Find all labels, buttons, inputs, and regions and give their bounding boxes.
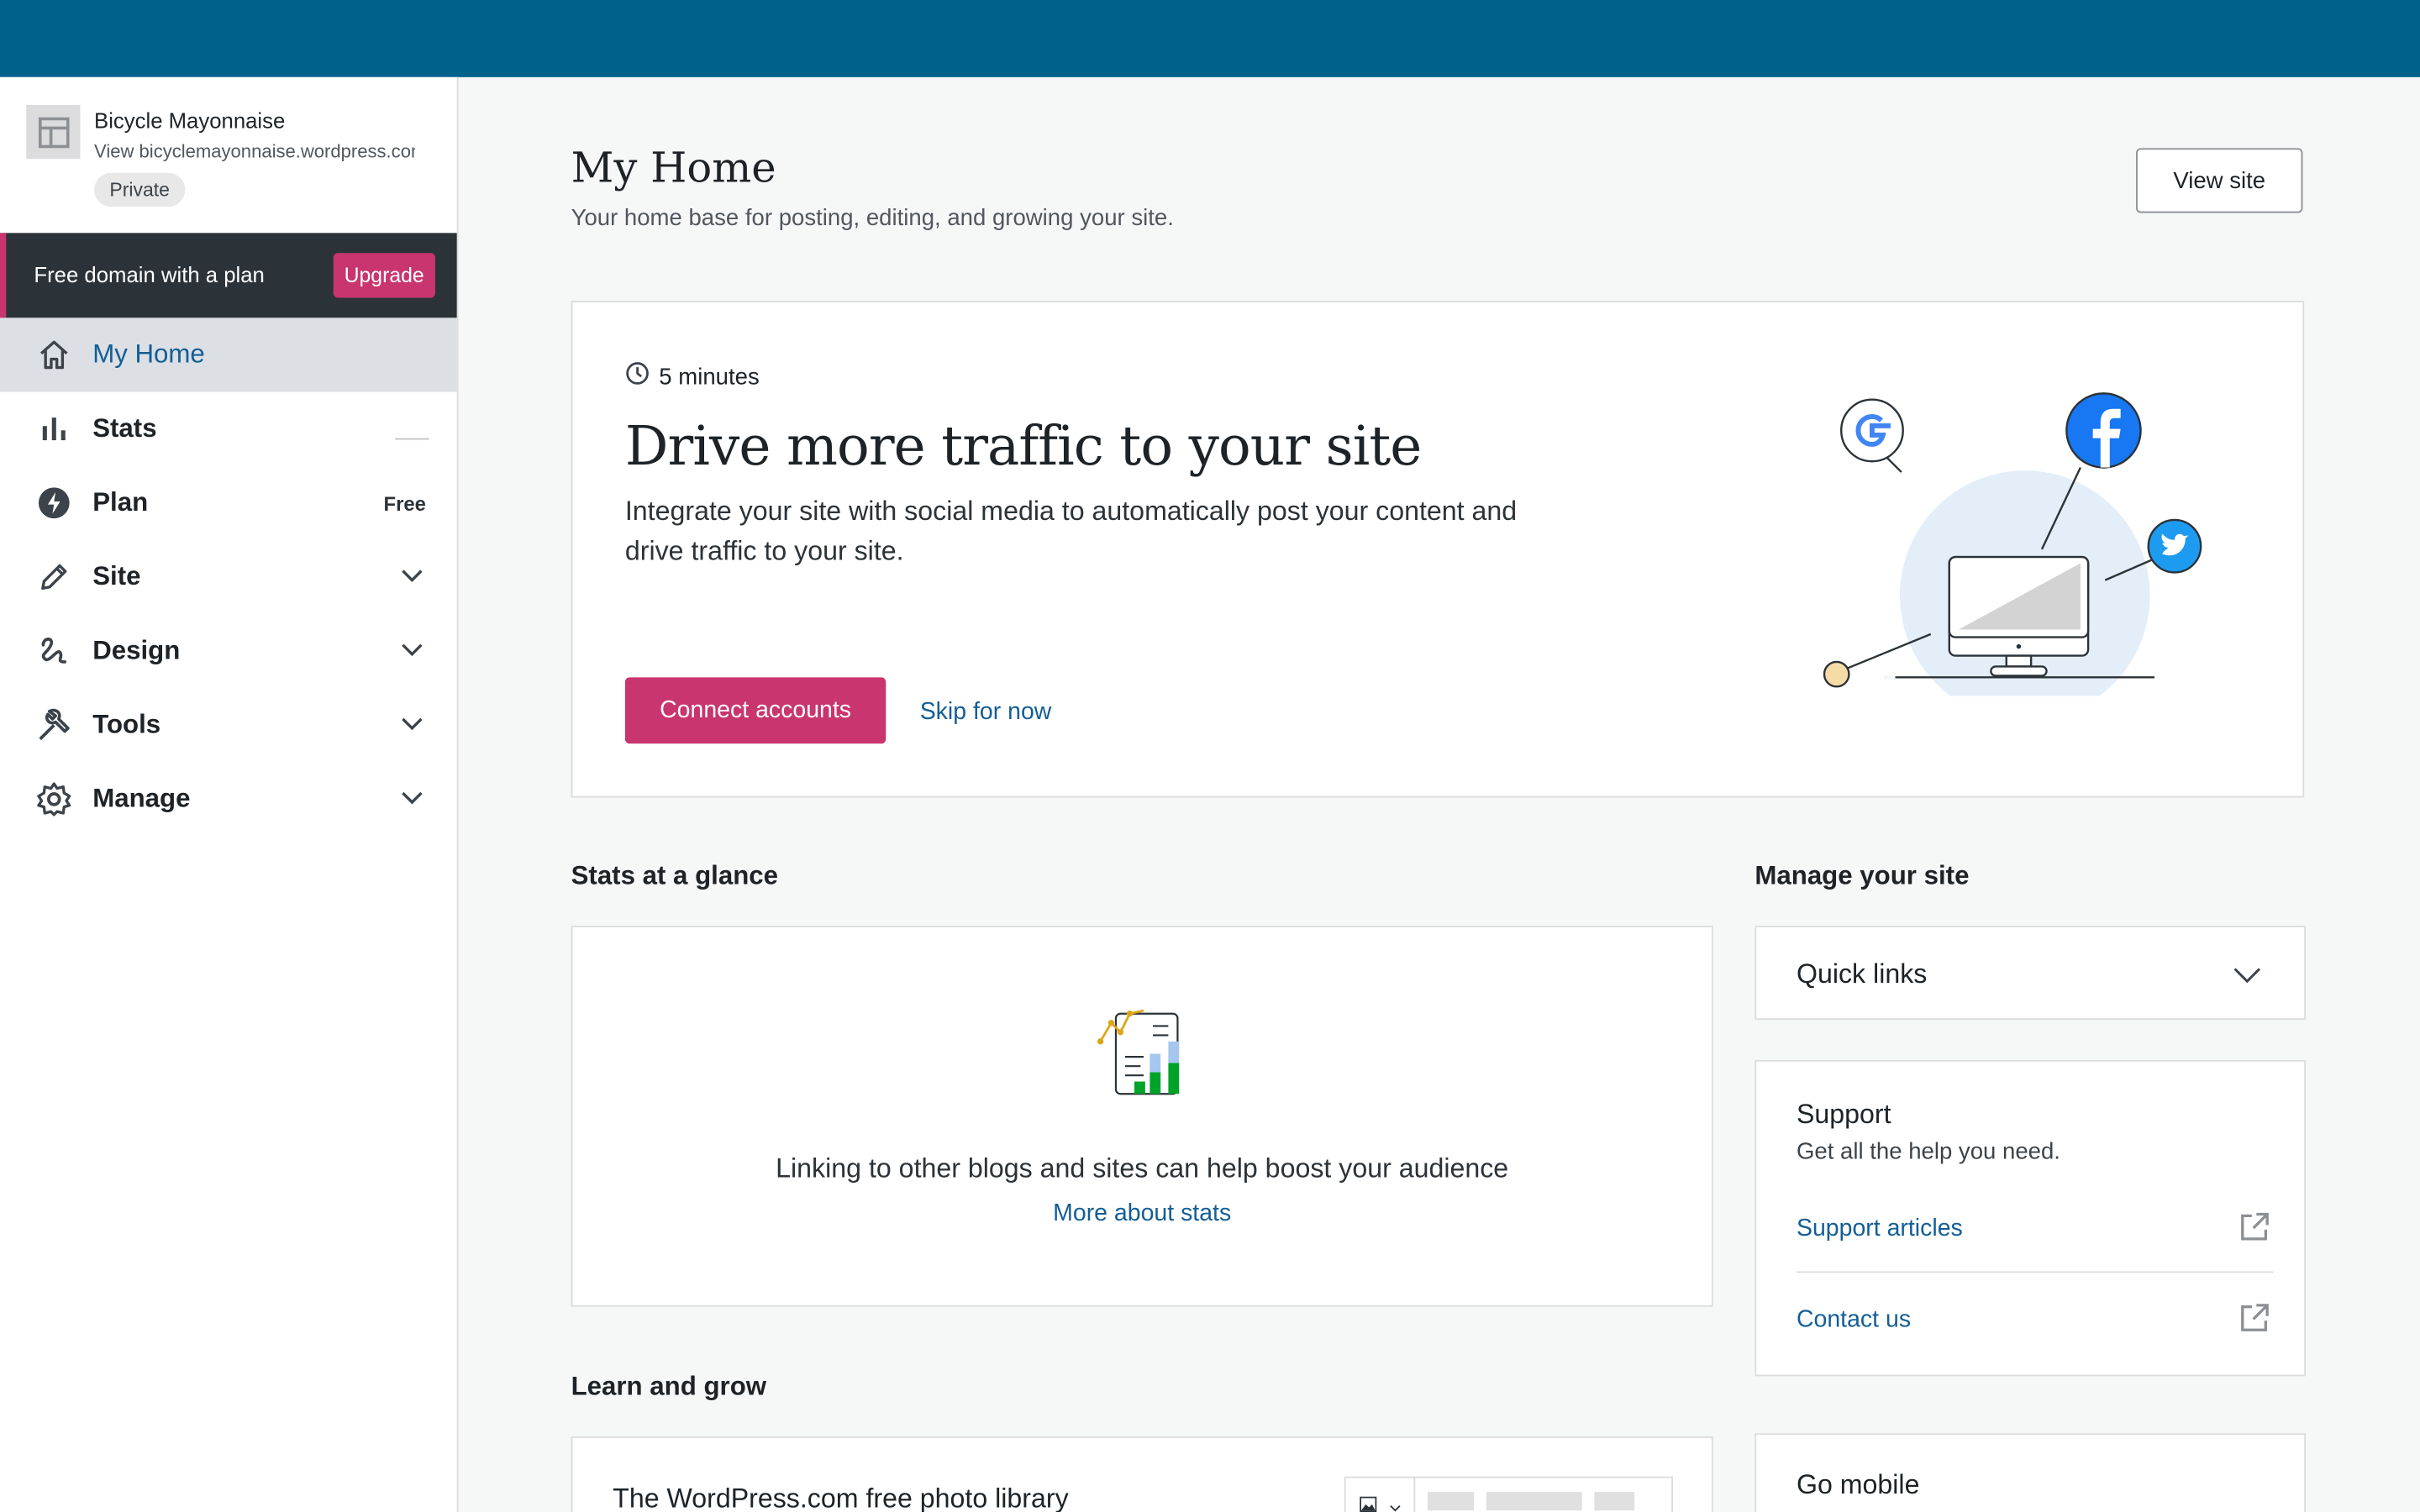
sidebar-item-label: Design [92, 635, 181, 665]
plan-free-badge: Free [383, 491, 426, 515]
chevron-down-icon [402, 785, 424, 813]
sidebar-item-my-home[interactable]: My Home [0, 318, 457, 392]
sidebar: Bicycle Mayonnaise View bicyclemayonnais… [0, 76, 459, 1512]
site-icon [26, 104, 81, 160]
sidebar-item-design[interactable]: Design [0, 614, 457, 688]
site-url-link[interactable]: View bicyclemayonnaise.wordpress.com [94, 140, 415, 162]
external-link-icon [2238, 1211, 2270, 1252]
sidebar-item-label: My Home [92, 339, 205, 369]
go-mobile-card: Go mobile [1754, 1433, 2307, 1512]
stats-chart-illustration-icon [1097, 1009, 1180, 1095]
domain-upsell-banner[interactable]: Free domain with a plan Upgrade [0, 233, 457, 318]
sidebar-item-label: Tools [92, 709, 161, 739]
chevron-down-icon [402, 711, 424, 739]
go-mobile-title: Go mobile [1796, 1468, 1920, 1500]
support-divider [1796, 1271, 2274, 1273]
image-block-toolbar [1344, 1476, 1416, 1512]
sidebar-item-stats[interactable]: Stats [0, 392, 457, 466]
contact-us-link[interactable]: Contact us [1797, 1307, 1911, 1335]
sidebar-item-label: Site [92, 561, 141, 591]
hero-description: Integrate your site with social media to… [624, 495, 1518, 567]
placeholder-bar [1486, 1492, 1582, 1511]
chevron-down-icon [402, 638, 424, 665]
sidebar-item-plan[interactable]: Plan Free [0, 466, 457, 540]
support-articles-link[interactable]: Support articles [1797, 1215, 1963, 1243]
learn-section-title: Learn and grow [571, 1371, 767, 1401]
chevron-down-icon[interactable] [2233, 964, 2261, 992]
chevron-down-icon [1389, 1494, 1402, 1512]
quick-links-card[interactable]: Quick links [1754, 926, 2307, 1021]
placeholder-bar [1594, 1492, 1635, 1511]
stats-card: Linking to other blogs and sites can hel… [571, 926, 1713, 1307]
support-card: Support Get all the help you need. Suppo… [1754, 1059, 2307, 1377]
sidebar-item-label: Plan [92, 487, 149, 517]
social-media-illustration [1823, 392, 2202, 696]
plan-icon [34, 483, 74, 523]
upsell-text: Free domain with a plan [34, 262, 265, 287]
gear-icon [34, 780, 74, 820]
sidebar-item-manage[interactable]: Manage [0, 762, 457, 836]
page-title: My Home [571, 144, 776, 193]
site-name[interactable]: Bicycle Mayonnaise [94, 108, 285, 133]
sidebar-nav: My Home Stats Plan Free Site Design Tool… [0, 318, 457, 836]
stats-sparkline [395, 438, 429, 440]
home-icon [34, 335, 74, 375]
clock-icon [625, 361, 650, 392]
private-badge: Private [94, 172, 186, 207]
more-about-stats-link[interactable]: More about stats [572, 1200, 1712, 1228]
photo-library-card: The WordPress.com free photo library [571, 1436, 1713, 1512]
support-subtitle: Get all the help you need. [1796, 1138, 2060, 1165]
connect-accounts-button[interactable]: Connect accounts [624, 677, 886, 744]
sidebar-item-label: Manage [92, 784, 191, 813]
quick-links-label: Quick links [1796, 958, 1928, 990]
hero-title: Drive more traffic to your site [624, 416, 1422, 479]
chevron-down-icon [402, 563, 424, 591]
support-title: Support [1796, 1098, 1891, 1130]
pencil-icon [34, 557, 74, 597]
social-traffic-card: 5 minutes Drive more traffic to your sit… [571, 301, 2305, 798]
site-card[interactable]: Bicycle Mayonnaise View bicyclemayonnais… [0, 77, 457, 234]
external-link-icon [2238, 1302, 2270, 1342]
upgrade-button[interactable]: Upgrade [333, 253, 435, 298]
image-icon [1360, 1492, 1377, 1512]
sidebar-item-label: Stats [92, 413, 157, 444]
stats-icon [34, 409, 74, 449]
time-estimate-text: 5 minutes [659, 363, 760, 390]
view-site-button[interactable]: View site [2136, 148, 2303, 213]
time-estimate: 5 minutes [625, 361, 760, 392]
top-bar [0, 0, 2420, 77]
manage-section-title: Manage your site [1754, 860, 1970, 890]
design-icon [34, 631, 74, 671]
stats-message: Linking to other blogs and sites can hel… [776, 1152, 1509, 1184]
wrench-icon [34, 705, 74, 745]
upsell-accent [0, 233, 7, 318]
main-content: My Home Your home base for posting, edit… [459, 77, 2420, 1512]
image-block-preview [1415, 1476, 1674, 1512]
placeholder-bar [1427, 1492, 1475, 1511]
skip-for-now-link[interactable]: Skip for now [920, 699, 1052, 727]
sidebar-item-tools[interactable]: Tools [0, 688, 457, 762]
stats-section-title: Stats at a glance [571, 860, 779, 890]
photo-library-title: The WordPress.com free photo library [613, 1483, 1069, 1512]
sidebar-item-site[interactable]: Site [0, 540, 457, 614]
page-subtitle: Your home base for posting, editing, and… [571, 205, 1174, 232]
